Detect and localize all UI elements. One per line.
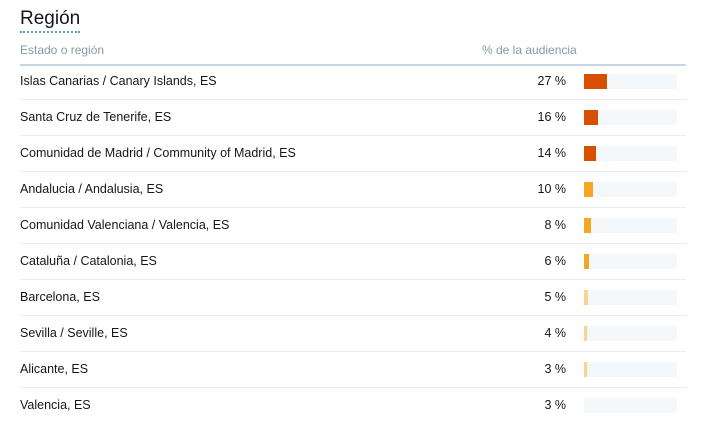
table-header: Estado o región % de la audiencia xyxy=(20,42,686,66)
audience-bar-fill xyxy=(584,74,607,89)
audience-bar-track xyxy=(584,326,677,341)
region-name: Sevilla / Seville, ES xyxy=(20,326,128,340)
audience-bar-fill xyxy=(584,182,593,197)
audience-percentage: 3 % xyxy=(544,362,566,376)
table-row: Comunidad de Madrid / Community of Madri… xyxy=(20,136,686,172)
region-name: Comunidad Valenciana / Valencia, ES xyxy=(20,218,230,232)
table-row: Sevilla / Seville, ES 4 % xyxy=(20,316,686,352)
table-row: Islas Canarias / Canary Islands, ES 27 % xyxy=(20,64,686,100)
audience-bar-fill xyxy=(584,326,588,341)
audience-bar-track xyxy=(584,146,677,161)
audience-percentage: 14 % xyxy=(537,146,567,160)
region-name: Cataluña / Catalonia, ES xyxy=(20,254,157,268)
audience-percentage: 3 % xyxy=(544,398,566,412)
audience-percentage: 6 % xyxy=(544,254,566,268)
region-name: Islas Canarias / Canary Islands, ES xyxy=(20,74,217,88)
region-panel: Región Estado o región % de la audiencia… xyxy=(0,0,711,438)
audience-bar-fill xyxy=(584,398,587,413)
region-name: Comunidad de Madrid / Community of Madri… xyxy=(20,146,296,160)
region-name: Barcelona, ES xyxy=(20,290,100,304)
table-row: Alicante, ES 3 % xyxy=(20,352,686,388)
section-title: Región xyxy=(20,8,81,33)
audience-percentage: 16 % xyxy=(537,110,567,124)
audience-bar-track xyxy=(584,398,677,413)
audience-bar-track xyxy=(584,74,677,89)
column-header-region: Estado o región xyxy=(20,43,105,57)
audience-bar-fill xyxy=(584,146,596,161)
audience-bar-track xyxy=(584,290,677,305)
audience-bar-track xyxy=(584,110,677,125)
audience-bar-fill xyxy=(584,254,590,269)
table-row: Cataluña / Catalonia, ES 6 % xyxy=(20,244,686,280)
table-row: Santa Cruz de Tenerife, ES 16 % xyxy=(20,100,686,136)
audience-bar-fill xyxy=(584,290,589,305)
audience-bar-track xyxy=(584,218,677,233)
audience-percentage: 27 % xyxy=(537,74,567,88)
region-name: Valencia, ES xyxy=(20,398,91,412)
audience-percentage: 10 % xyxy=(537,182,567,196)
audience-percentage: 4 % xyxy=(544,326,566,340)
region-name: Santa Cruz de Tenerife, ES xyxy=(20,110,172,124)
audience-bar-fill xyxy=(584,218,591,233)
table-row: Valencia, ES 3 % xyxy=(20,388,686,423)
table-row: Comunidad Valenciana / Valencia, ES 8 % xyxy=(20,208,686,244)
region-name: Alicante, ES xyxy=(20,362,89,376)
column-header-audience-pct: % de la audiencia xyxy=(482,43,577,57)
region-name: Andalucia / Andalusia, ES xyxy=(20,182,164,196)
audience-bar-track xyxy=(584,254,677,269)
table-row: Barcelona, ES 5 % xyxy=(20,280,686,316)
table-row: Andalucia / Andalusia, ES 10 % xyxy=(20,172,686,208)
audience-percentage: 5 % xyxy=(544,290,566,304)
audience-bar-fill xyxy=(584,110,598,125)
audience-bar-track xyxy=(584,182,677,197)
audience-percentage: 8 % xyxy=(544,218,566,232)
audience-bar-fill xyxy=(584,362,587,377)
region-list: Islas Canarias / Canary Islands, ES 27 % S… xyxy=(20,64,686,423)
audience-bar-track xyxy=(584,362,677,377)
